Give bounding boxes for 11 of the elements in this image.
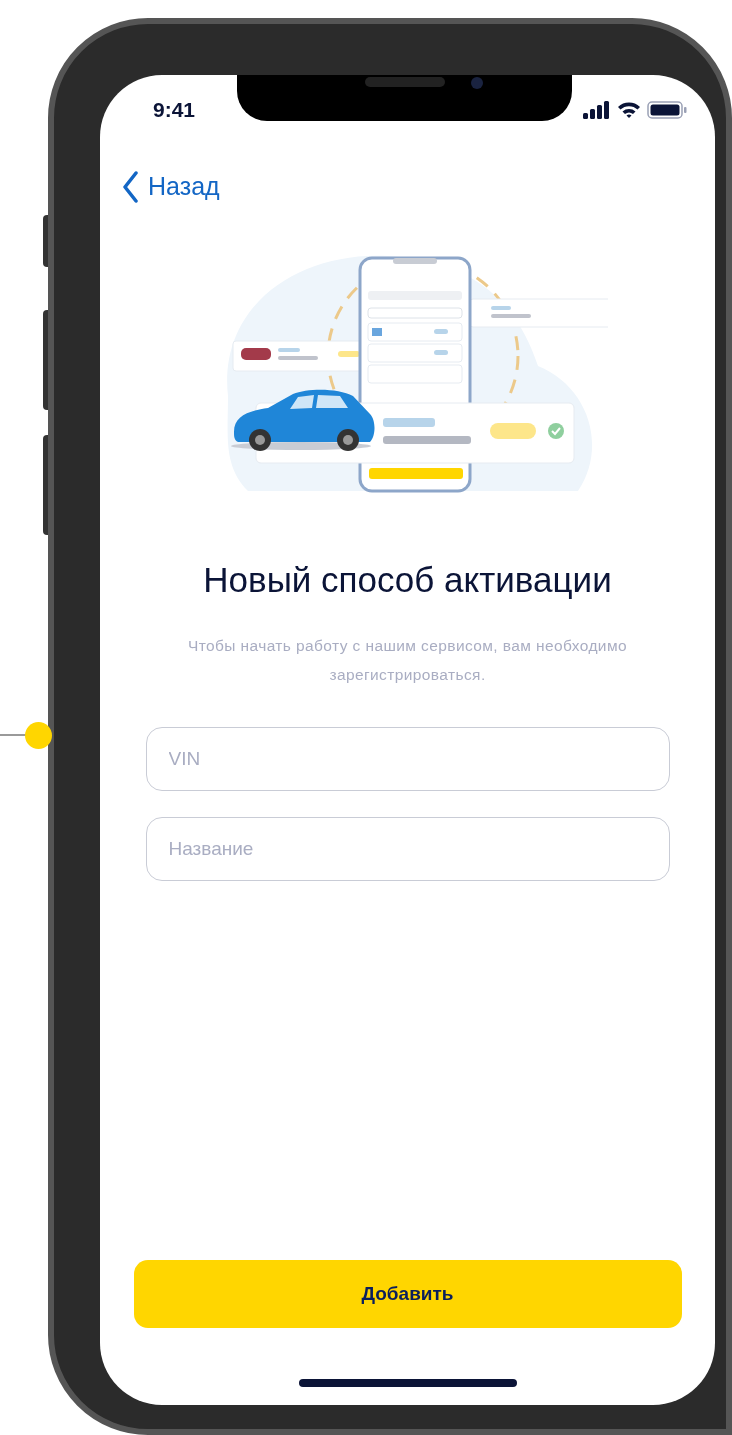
add-button[interactable]: Добавить	[133, 1260, 682, 1328]
screen-title: Новый способ активации	[203, 558, 612, 601]
subtitle-text: Чтобы начать работу с нашим сервисом, вам необходимо зарегистрироваться.	[186, 636, 628, 686]
text-field[interactable]: VIN	[145, 727, 670, 792]
text-field[interactable]: Название	[145, 817, 670, 882]
status-time: 9:41	[153, 97, 196, 124]
wifi-icon	[617, 101, 641, 119]
back-button[interactable]: Назад	[122, 168, 220, 206]
battery-icon	[647, 101, 687, 119]
signal-icon	[583, 101, 611, 119]
chevron-left-icon	[122, 170, 138, 203]
